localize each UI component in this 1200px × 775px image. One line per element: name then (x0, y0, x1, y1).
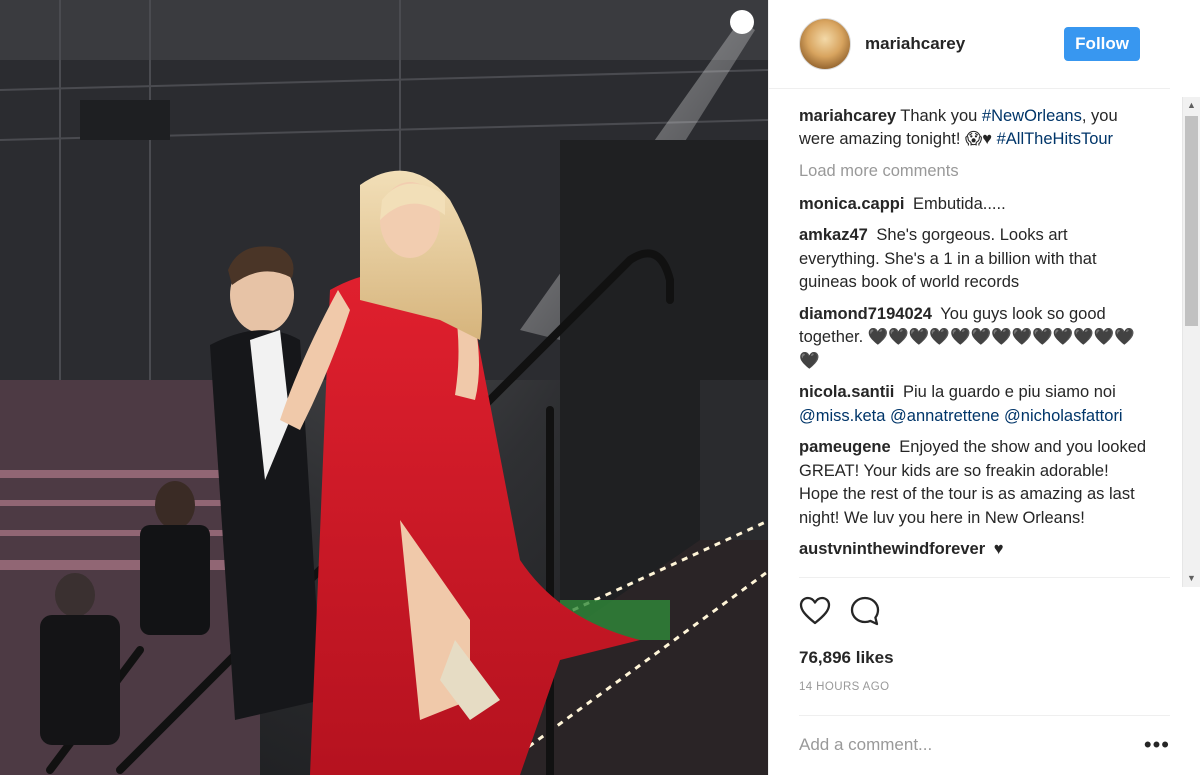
comment-username[interactable]: diamond7194024 (799, 305, 932, 323)
post-photo[interactable] (0, 0, 768, 775)
mention-link[interactable]: @annatrettene (890, 407, 999, 425)
comments-list[interactable]: mariahcarey Thank you #NewOrleans, you we… (799, 89, 1170, 577)
comment-text: Piu la guardo e piu siamo noi (902, 383, 1116, 402)
comment-text: ♥ (993, 540, 1004, 559)
comment-username[interactable]: monica.cappi (799, 195, 904, 213)
concert-stage-photo (0, 0, 768, 775)
mention-link[interactable]: @miss.keta (799, 407, 885, 425)
username[interactable]: mariahcarey (865, 34, 1064, 54)
comment-item: amkaz47 She's gorgeous. Looks art everyt… (799, 224, 1148, 295)
comment-bubble-icon[interactable] (849, 595, 881, 627)
comment-item: austvninthewindforever ♥ (799, 538, 1148, 562)
scroll-down-arrow-icon[interactable]: ▼ (1183, 570, 1200, 587)
caption-username[interactable]: mariahcarey (799, 107, 896, 125)
avatar[interactable] (799, 17, 851, 70)
add-comment-bar: ••• (799, 714, 1170, 775)
comment-item: nicola.santii Piu la guardo e piu siamo … (799, 381, 1148, 428)
scroll-up-arrow-icon[interactable]: ▲ (1183, 97, 1200, 114)
comment-username[interactable]: pameugene (799, 438, 891, 456)
comment-username[interactable]: austvninthewindforever (799, 540, 985, 558)
follow-button[interactable]: Follow (1064, 26, 1140, 61)
comment-item: diamond7194024 You guys look so good tog… (799, 303, 1148, 374)
hashtag-link[interactable]: #AllTheHitsTour (997, 130, 1113, 148)
likes-count[interactable]: 76,896 likes (799, 648, 1170, 668)
post-header: mariahcarey Follow (769, 0, 1170, 89)
post-timestamp[interactable]: 14 HOURS AGO (799, 681, 1170, 693)
heart-icon[interactable] (799, 595, 831, 627)
instagram-post: mariahcarey Follow mariahcarey Thank you … (0, 0, 1200, 775)
comment-username[interactable]: amkaz47 (799, 226, 868, 244)
comments-section: mariahcarey Thank you #NewOrleans, you we… (769, 89, 1200, 577)
comment-item: pameugene Enjoyed the show and you looke… (799, 436, 1148, 530)
scroll-thumb[interactable] (1185, 116, 1198, 326)
action-bar (799, 594, 1170, 628)
comments-scrollbar[interactable]: ▲ ▼ (1182, 97, 1200, 587)
comment-input[interactable] (799, 735, 1144, 756)
more-options-icon[interactable]: ••• (1144, 734, 1170, 756)
hashtag-link[interactable]: #NewOrleans (982, 107, 1082, 125)
comment-username[interactable]: nicola.santii (799, 383, 894, 401)
load-more-comments-link[interactable]: Load more comments (799, 162, 1148, 181)
post-actions: 76,896 likes 14 HOURS AGO (799, 576, 1170, 715)
mention-link[interactable]: @nicholasfattori (1004, 407, 1123, 425)
caption: mariahcarey Thank you #NewOrleans, you we… (799, 105, 1148, 152)
post-sidebar: mariahcarey Follow mariahcarey Thank you … (768, 0, 1200, 775)
comment-text: Embutida..... (913, 194, 1006, 213)
caption-text: Thank you (900, 106, 982, 125)
comment-item: monica.cappi Embutida..... (799, 193, 1148, 217)
